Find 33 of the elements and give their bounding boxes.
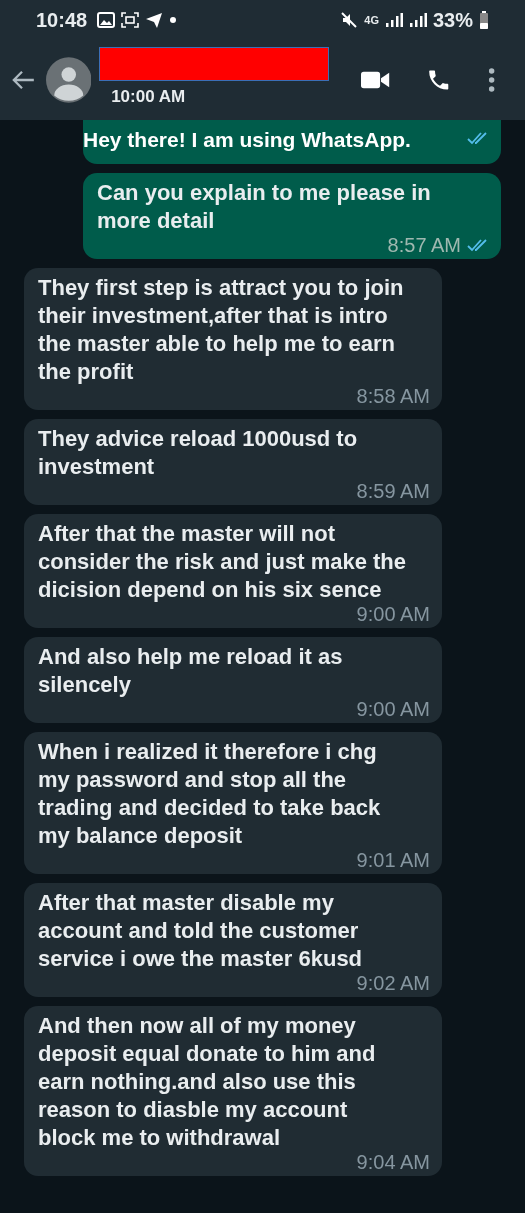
message-time: 9:04 AM <box>356 1152 430 1172</box>
mute-icon <box>340 11 359 29</box>
message-text: They advice reload 1000usd to investment <box>38 425 359 481</box>
gallery-icon <box>97 12 116 28</box>
message-text: After that the master will not consider the risk and just make the dicision depend on his six sence <box>38 520 407 604</box>
status-time: 10:48 <box>36 8 88 32</box>
last-seen: 10:00 AM <box>110 87 187 107</box>
message-text: And also help me reload it as silencely <box>38 643 344 699</box>
message-time: 9:00 AM <box>356 604 430 624</box>
about-status: Hey there! I am using WhatsApp. <box>83 128 411 152</box>
back-icon[interactable] <box>12 69 36 91</box>
dot-icon <box>169 16 178 24</box>
video-call-icon[interactable] <box>361 70 391 90</box>
signal-icon <box>384 12 403 28</box>
screen-record-icon <box>121 12 140 28</box>
message-time: 8:59 AM <box>356 481 430 501</box>
message-time: 8:57 AM <box>387 235 461 255</box>
message-text: After that master disable my account and told the customer service i owe the master 6kusd <box>38 889 364 973</box>
avatar-icon[interactable] <box>45 55 92 105</box>
message-text: Can you explain to me please in more detail <box>97 179 432 235</box>
message-time: 8:58 AM <box>356 386 430 406</box>
more-options-icon[interactable] <box>487 67 495 93</box>
message-text: When i realized it therefore i chg my password and stop all the trading and decided to take back my balance deposit <box>38 738 382 850</box>
message-time: 9:02 AM <box>356 973 430 993</box>
message-text: And then now all of my money deposit equal donate to him and earn nothing.and also use this reason to diasble my account block me to withdrawal <box>38 1012 377 1152</box>
signal-icon <box>408 12 427 28</box>
message-text: They first step is attract you to join their investment,after that is intro the master able to help me to earn the profit <box>38 274 405 386</box>
message-time: 9:00 AM <box>356 699 430 719</box>
paper-plane-icon <box>145 12 164 28</box>
battery-percent: 33% <box>432 8 473 32</box>
message-time: 9:01 AM <box>356 850 430 870</box>
network-label: 4G <box>364 14 379 26</box>
battery-icon <box>479 11 489 29</box>
